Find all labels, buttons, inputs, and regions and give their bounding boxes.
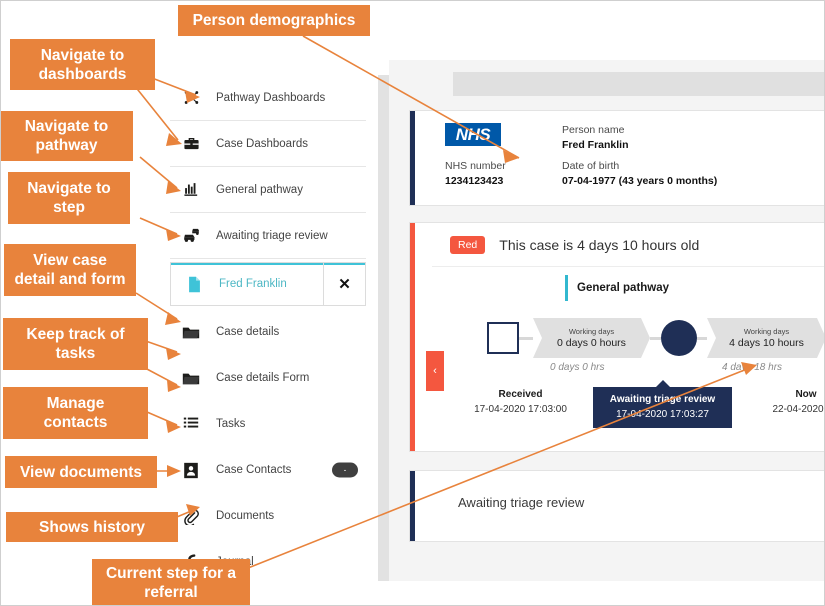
pathway-title-group: General pathway (565, 275, 669, 301)
sidebar-item-awaiting-triage-review[interactable]: Awaiting triage review (170, 213, 366, 259)
folder-icon (178, 367, 204, 389)
list-icon (178, 413, 204, 435)
sidebar-item-label: Case details Form (216, 372, 310, 384)
timeline-current-node (661, 320, 697, 356)
pathway-tick-marker (565, 275, 568, 301)
nhs-number-field: NHS number 1234123423 (445, 159, 506, 189)
case-age-row: Red This case is 4 days 10 hours old (432, 223, 824, 267)
document-icon (181, 273, 207, 295)
folder-icon (178, 321, 204, 343)
sidebar-item-tasks[interactable]: Tasks (170, 401, 366, 447)
sidebar-item-case-details[interactable]: Case details (170, 309, 366, 355)
date-of-birth-value: 07-04-1977 (43 years 0 months) (562, 175, 718, 187)
sidebar-item-pathway-dashboards[interactable]: Pathway Dashboards (170, 75, 366, 121)
close-icon[interactable]: ✕ (323, 263, 365, 305)
status-badge: Red (450, 235, 486, 254)
timeline-segment: Working days 0 days 0 hours (533, 318, 650, 358)
timeline-segment: Working days 4 days 10 hours (707, 318, 825, 358)
card-accent-bar (410, 471, 415, 541)
date-of-birth-label: Date of birth (562, 160, 620, 172)
timeline-stamp-current: Awaiting triage review 17-04-2020 17:03:… (593, 380, 732, 428)
sidebar-item-case-dashboards[interactable]: Case Dashboards (170, 121, 366, 167)
segment-elapsed-label: 0 days 0 hrs (550, 362, 605, 373)
sidebar-item-label: Pathway Dashboards (216, 91, 326, 104)
timeline-stamp-now: Now 22-04-2020 11: (746, 387, 825, 417)
triage-icon (178, 225, 204, 247)
pathway-timeline: Working days 0 days 0 hours Working days… (432, 318, 825, 443)
journal-icon (178, 551, 204, 573)
sidebar-item-label: Documents (216, 510, 275, 522)
current-step-title: Awaiting triage review (458, 495, 585, 510)
stamp-time: 17-04-2020 17:03:00 (474, 404, 567, 415)
stamp-time: 17-04-2020 17:03:27 (616, 409, 709, 420)
timeline-start-node (487, 322, 519, 354)
briefcase-icon (178, 133, 204, 155)
stamp-title: Received (498, 389, 543, 400)
sidebar-content-gap (366, 75, 377, 581)
sidebar-item-journal[interactable]: Journal (170, 539, 366, 585)
nhs-number-value: 1234123423 (445, 175, 504, 187)
stamp-time: 22-04-2020 11: (772, 404, 825, 415)
sidebar-item-label: General pathway (216, 183, 303, 196)
sidebar-item-label: Case Contacts (216, 464, 292, 476)
case-pathway-card: Red This case is 4 days 10 hours old Gen… (409, 222, 825, 452)
case-contacts-count-badge: - (332, 462, 358, 478)
timeline-track: Working days 0 days 0 hours Working days… (432, 318, 824, 358)
person-name-value: Fred Franklin (562, 139, 629, 151)
person-name-label: Person name (562, 124, 625, 136)
app-screenshot: NHS NHS number 1234123423 Person name Fr… (0, 0, 825, 606)
sidebar-item-label: Case details (216, 326, 280, 338)
sidebar-item-documents[interactable]: Documents (170, 493, 366, 539)
timeline-connector (697, 337, 707, 340)
segment-top-label: Working days (743, 327, 790, 336)
vertical-scrollbar[interactable] (378, 75, 389, 581)
stamp-title: Now (795, 389, 817, 400)
person-demographics-card: NHS NHS number 1234123423 Person name Fr… (409, 110, 825, 206)
segment-top-label: Working days (568, 327, 615, 336)
paperclip-icon (178, 505, 204, 527)
bar-chart-icon (178, 179, 204, 201)
case-tab-label: Fred Franklin (219, 278, 287, 290)
person-name-field: Person name Fred Franklin (562, 123, 629, 153)
content-column: NHS NHS number 1234123423 Person name Fr… (389, 60, 825, 581)
nhs-logo: NHS (445, 123, 501, 146)
card-accent-bar (410, 111, 415, 205)
nhs-number-label: NHS number (445, 160, 506, 172)
sidebar-item-label: Case Dashboards (216, 137, 309, 150)
sidebar-item-general-pathway[interactable]: General pathway (170, 167, 366, 213)
sidebar-item-label: Awaiting triage review (216, 229, 328, 242)
sidebar-item-case-contacts[interactable]: Case Contacts - (170, 447, 366, 493)
timeline-connector (519, 337, 533, 340)
navigation-sidebar: Pathway Dashboards Case Dashboards Gener… (170, 75, 366, 568)
sidebar-item-label: Tasks (216, 418, 246, 430)
stamp-title: Awaiting triage review (609, 394, 716, 405)
segment-duration: 4 days 10 hours (729, 337, 804, 349)
sidebar-case-tab-fred-franklin[interactable]: Fred Franklin ✕ (170, 262, 366, 306)
segment-duration: 0 days 0 hours (557, 337, 626, 349)
pathway-title: General pathway (577, 282, 670, 294)
current-step-card: Awaiting triage review (409, 470, 825, 542)
contacts-icon (178, 459, 204, 481)
pathway-dashboards-icon (178, 87, 204, 109)
sidebar-item-case-details-form[interactable]: Case details Form (170, 355, 366, 401)
segment-elapsed-label: 4 days 18 hrs (722, 362, 783, 373)
timeline-stamp-received: Received 17-04-2020 17:03:00 (458, 387, 583, 417)
toolbar-placeholder (453, 72, 825, 96)
timeline-connector (650, 337, 661, 340)
date-of-birth-field: Date of birth 07-04-1977 (43 years 0 mon… (562, 159, 717, 189)
case-age-text: This case is 4 days 10 hours old (499, 236, 700, 253)
card-accent-bar (410, 223, 415, 451)
sidebar-item-label: Journal (216, 556, 254, 568)
